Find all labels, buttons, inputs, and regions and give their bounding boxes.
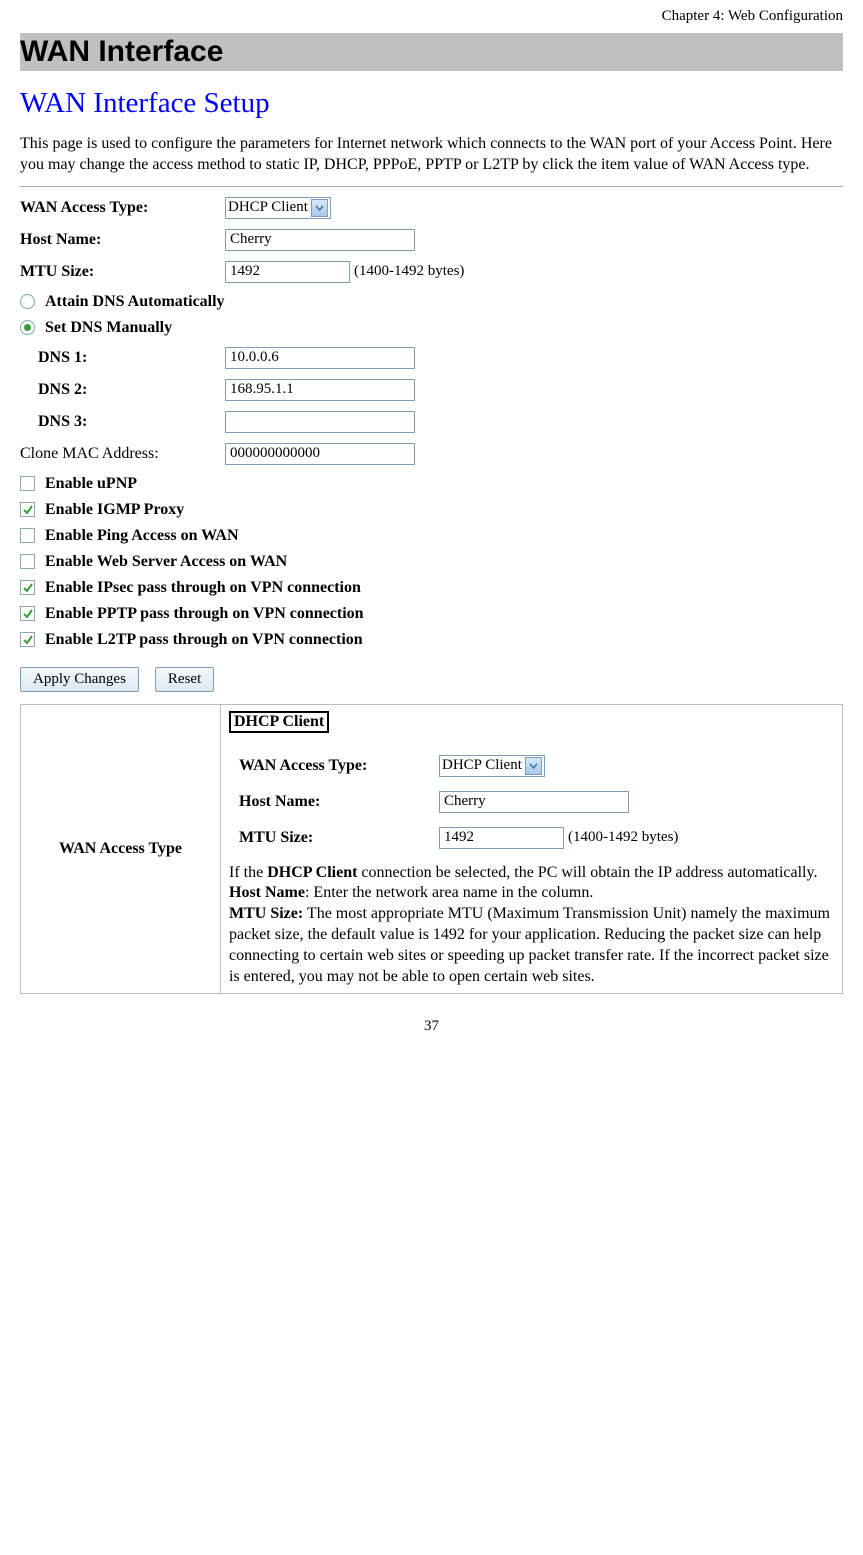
inner-mtu-input[interactable]	[439, 827, 564, 849]
desc-text: connection be selected, the PC will obta…	[357, 864, 817, 881]
inner-mtu-label: MTU Size:	[229, 829, 439, 847]
checkbox-icon	[20, 502, 35, 517]
divider	[20, 186, 843, 187]
radio-dns-auto[interactable]: Attain DNS Automatically	[20, 293, 843, 311]
inner-row-mtu: MTU Size: (1400-1492 bytes)	[229, 827, 834, 849]
mtu-size-input[interactable]	[225, 261, 350, 283]
reset-button[interactable]: Reset	[155, 667, 214, 692]
dns2-label: DNS 2:	[20, 381, 225, 399]
dns3-label: DNS 3:	[20, 413, 225, 431]
info-table: WAN Access Type DHCP Client WAN Access T…	[20, 704, 843, 995]
chk-l2tp-label: Enable L2TP pass through on VPN connecti…	[45, 631, 363, 649]
chk-upnp[interactable]: Enable uPNP	[20, 475, 843, 493]
section-heading: WAN Interface	[20, 33, 843, 71]
host-name-label: Host Name:	[20, 231, 225, 249]
chk-web-label: Enable Web Server Access on WAN	[45, 553, 287, 571]
checkbox-icon	[20, 476, 35, 491]
wan-access-type-select[interactable]: DHCP Client	[225, 197, 331, 219]
desc-bold: DHCP Client	[267, 864, 357, 881]
radio-icon	[20, 320, 35, 335]
chk-igmp[interactable]: Enable IGMP Proxy	[20, 501, 843, 519]
dns1-label: DNS 1:	[20, 349, 225, 367]
table-cell-content: DHCP Client WAN Access Type: DHCP Client…	[221, 704, 843, 994]
chk-pptp-label: Enable PPTP pass through on VPN connecti…	[45, 605, 364, 623]
row-wan-access-type: WAN Access Type: DHCP Client	[20, 197, 843, 219]
desc-bold: MTU Size:	[229, 905, 303, 922]
radio-icon	[20, 294, 35, 309]
checkbox-icon	[20, 606, 35, 621]
dns2-input[interactable]	[225, 379, 415, 401]
radio-dns-manual[interactable]: Set DNS Manually	[20, 319, 843, 337]
checkbox-icon	[20, 632, 35, 647]
inner-row-wan-access: WAN Access Type: DHCP Client	[229, 755, 834, 777]
chk-upnp-label: Enable uPNP	[45, 475, 137, 493]
table-row: WAN Access Type DHCP Client WAN Access T…	[21, 704, 843, 994]
chk-l2tp[interactable]: Enable L2TP pass through on VPN connecti…	[20, 631, 843, 649]
dns1-input[interactable]	[225, 347, 415, 369]
wan-access-type-label: WAN Access Type:	[20, 199, 225, 217]
table-row-label: WAN Access Type	[21, 704, 221, 994]
description-block: If the DHCP Client connection be selecte…	[229, 863, 834, 988]
mtu-size-hint: (1400-1492 bytes)	[354, 263, 464, 280]
button-row: Apply Changes Reset	[20, 667, 843, 692]
clone-mac-label: Clone MAC Address:	[20, 445, 225, 463]
inner-wan-label: WAN Access Type:	[229, 757, 439, 775]
chevron-down-icon	[525, 757, 542, 775]
chk-ipsec[interactable]: Enable IPsec pass through on VPN connect…	[20, 579, 843, 597]
desc-text: The most appropriate MTU (Maximum Transm…	[229, 905, 830, 984]
row-host-name: Host Name:	[20, 229, 843, 251]
chk-ping-label: Enable Ping Access on WAN	[45, 527, 239, 545]
chk-web[interactable]: Enable Web Server Access on WAN	[20, 553, 843, 571]
setup-description: This page is used to configure the param…	[20, 134, 843, 176]
row-dns1: DNS 1:	[20, 347, 843, 369]
apply-changes-button[interactable]: Apply Changes	[20, 667, 139, 692]
setup-title: WAN Interface Setup	[20, 87, 843, 120]
inner-row-host: Host Name:	[229, 791, 834, 813]
dhcp-client-heading: DHCP Client	[229, 711, 329, 733]
desc-bold: Host Name	[229, 884, 305, 901]
radio-dns-auto-label: Attain DNS Automatically	[45, 293, 225, 311]
desc-text: If the	[229, 864, 267, 881]
checkbox-icon	[20, 554, 35, 569]
mtu-size-label: MTU Size:	[20, 263, 225, 281]
inner-host-label: Host Name:	[229, 793, 439, 811]
clone-mac-input[interactable]	[225, 443, 415, 465]
radio-dns-manual-label: Set DNS Manually	[45, 319, 172, 337]
inner-wan-select[interactable]: DHCP Client	[439, 755, 545, 777]
row-dns2: DNS 2:	[20, 379, 843, 401]
chk-ping[interactable]: Enable Ping Access on WAN	[20, 527, 843, 545]
dns3-input[interactable]	[225, 411, 415, 433]
row-clone-mac: Clone MAC Address:	[20, 443, 843, 465]
chapter-header: Chapter 4: Web Configuration	[20, 8, 843, 25]
host-name-input[interactable]	[225, 229, 415, 251]
row-dns3: DNS 3:	[20, 411, 843, 433]
chevron-down-icon	[311, 199, 328, 217]
page-number: 37	[20, 1018, 843, 1035]
chk-igmp-label: Enable IGMP Proxy	[45, 501, 184, 519]
wan-access-type-value: DHCP Client	[228, 199, 308, 216]
checkbox-icon	[20, 528, 35, 543]
inner-host-input[interactable]	[439, 791, 629, 813]
inner-mtu-hint: (1400-1492 bytes)	[568, 829, 678, 846]
row-mtu-size: MTU Size: (1400-1492 bytes)	[20, 261, 843, 283]
chk-ipsec-label: Enable IPsec pass through on VPN connect…	[45, 579, 361, 597]
chk-pptp[interactable]: Enable PPTP pass through on VPN connecti…	[20, 605, 843, 623]
checkbox-icon	[20, 580, 35, 595]
desc-text: : Enter the network area name in the col…	[305, 884, 593, 901]
inner-wan-value: DHCP Client	[442, 757, 522, 774]
